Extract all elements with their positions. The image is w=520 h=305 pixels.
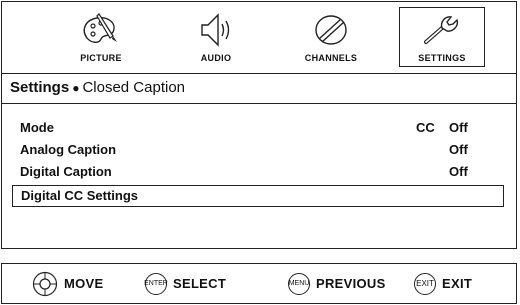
key-hint-bar: MOVE ENTER SELECT MENU PREVIOUS EXIT EXI…	[1, 263, 517, 304]
menu-item-analog-caption[interactable]: Analog Caption Off	[12, 139, 504, 161]
exit-key-icon: EXIT	[414, 272, 436, 295]
menu-item-label: Digital CC Settings	[21, 188, 139, 203]
osd-menu-frame: PICTURE AUDIO CHANNELS SETTINGS Settings…	[1, 1, 517, 249]
speaker-icon	[201, 13, 230, 47]
breadcrumb-section: Settings	[10, 79, 70, 96]
menu-item-mode[interactable]: Mode CC Off	[12, 117, 504, 139]
tab-channels[interactable]: CHANNELS	[289, 8, 373, 66]
tab-label: SETTINGS	[418, 53, 466, 63]
hint-label: PREVIOUS	[316, 276, 386, 291]
hint-label: SELECT	[173, 276, 227, 291]
menu-item-digital-cc-settings[interactable]: Digital CC Settings	[12, 185, 504, 207]
menu-item-digital-caption[interactable]: Digital Caption Off	[12, 161, 504, 183]
menu-item-label: Digital Caption	[20, 164, 112, 179]
breadcrumb: Settings ● Closed Caption	[2, 74, 516, 104]
dpad-icon	[32, 271, 58, 296]
satellite-dish-icon	[315, 15, 347, 45]
hint-exit: EXIT EXIT	[414, 264, 472, 303]
hint-select: ENTER SELECT	[144, 264, 227, 303]
menu-item-label: Analog Caption	[20, 142, 117, 157]
breadcrumb-page: Closed Caption	[82, 79, 185, 96]
palette-icon	[83, 13, 117, 43]
tab-label: PICTURE	[80, 53, 122, 63]
tab-settings[interactable]: SETTINGS	[399, 7, 485, 67]
tab-label: CHANNELS	[304, 53, 358, 63]
menu-item-label: Mode	[20, 120, 54, 135]
hint-label: EXIT	[442, 276, 473, 291]
menu-item-value: Off	[449, 164, 468, 179]
breadcrumb-separator: ●	[72, 81, 80, 95]
menu-tab-bar: PICTURE AUDIO CHANNELS SETTINGS	[2, 2, 516, 74]
menu-item-value: Off	[449, 142, 468, 157]
menu-item-value: Off	[449, 120, 468, 135]
wrench-icon	[424, 16, 459, 44]
tab-audio[interactable]: AUDIO	[174, 8, 258, 66]
menu-item-prefix: CC	[416, 120, 435, 135]
hint-label: MOVE	[64, 276, 104, 291]
hint-move: MOVE	[32, 264, 103, 303]
tab-label: AUDIO	[200, 53, 232, 63]
tab-picture[interactable]: PICTURE	[59, 8, 143, 66]
hint-previous: MENU PREVIOUS	[288, 264, 386, 303]
menu-key-icon: MENU	[288, 272, 310, 295]
enter-key-icon: ENTER	[144, 272, 168, 295]
